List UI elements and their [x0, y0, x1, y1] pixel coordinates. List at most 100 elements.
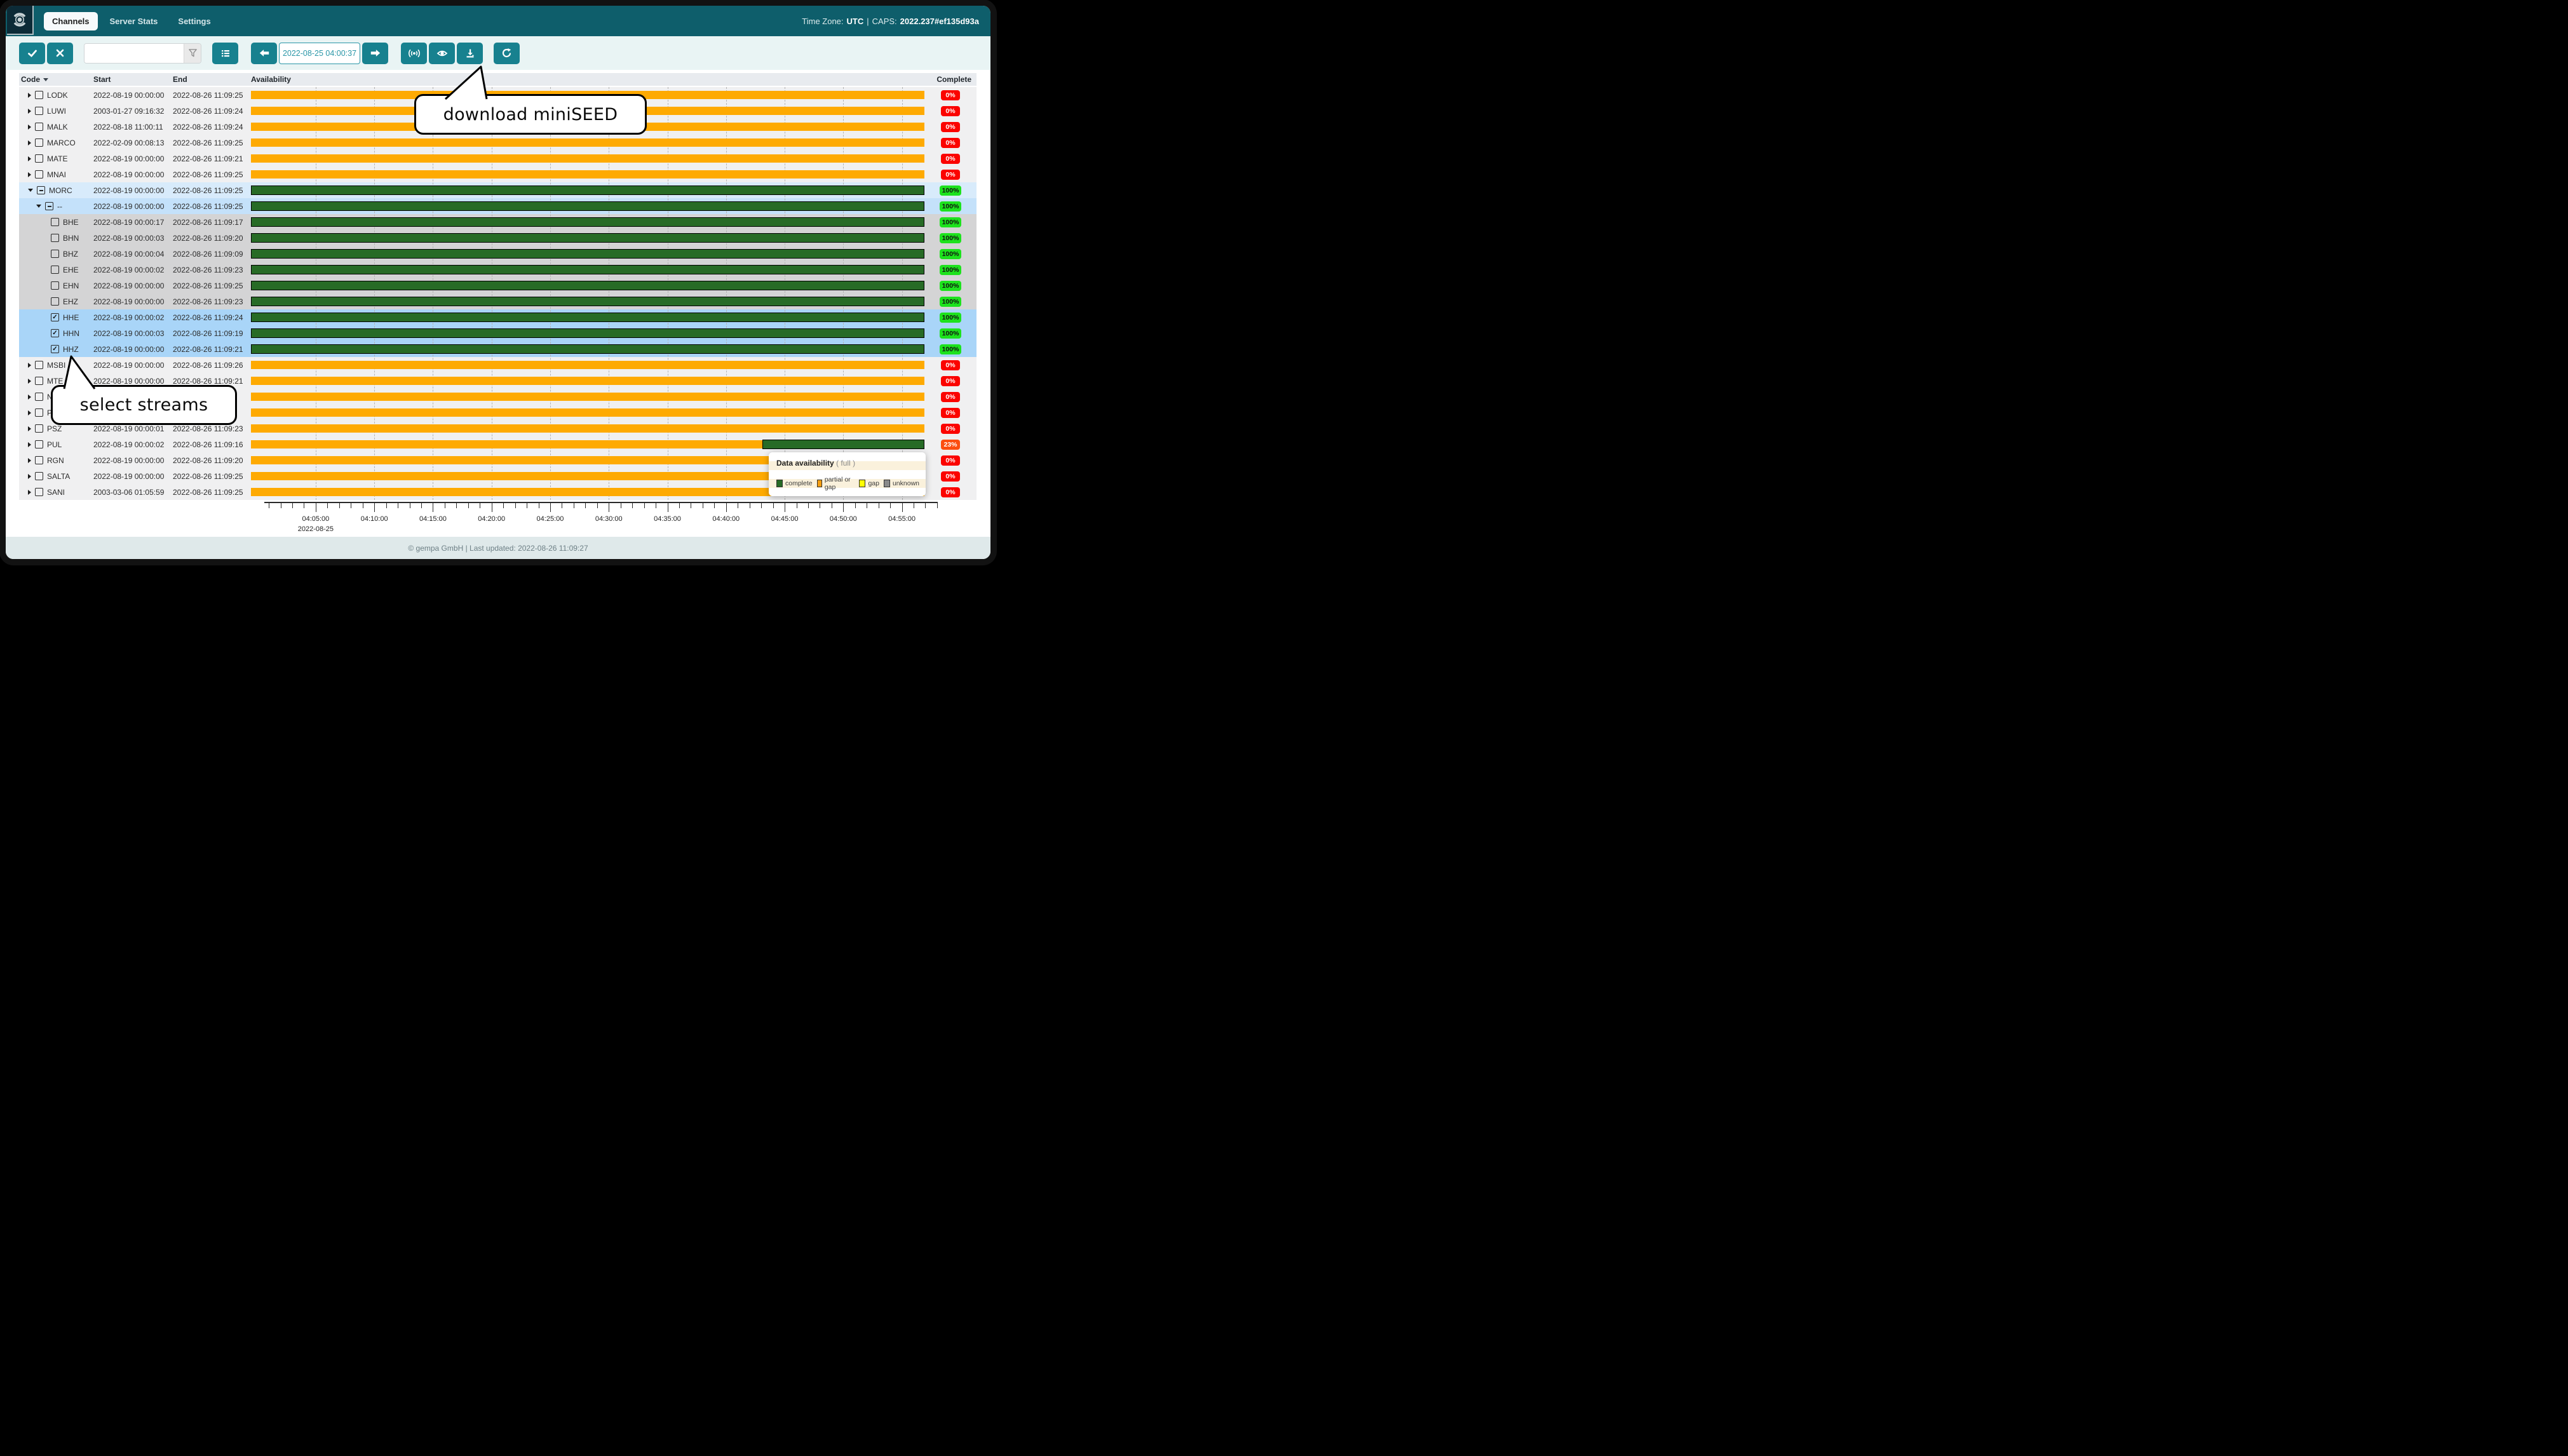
availability-bar[interactable]: [251, 135, 924, 151]
row-checkbox[interactable]: [35, 91, 43, 99]
table-row[interactable]: EHN2022-08-19 00:00:002022-08-26 11:09:2…: [19, 278, 977, 293]
table-row[interactable]: HHZ2022-08-19 00:00:002022-08-26 11:09:2…: [19, 341, 977, 357]
availability-bar[interactable]: [251, 421, 924, 436]
row-checkbox[interactable]: [51, 313, 59, 321]
availability-bar[interactable]: [251, 405, 924, 421]
download-button[interactable]: [457, 43, 483, 64]
row-checkbox[interactable]: [51, 345, 59, 353]
availability-bar[interactable]: [251, 278, 924, 293]
table-row[interactable]: BHE2022-08-19 00:00:172022-08-26 11:09:1…: [19, 214, 977, 230]
expander-chevron-right-icon[interactable]: [28, 442, 31, 447]
next-interval-button[interactable]: [362, 43, 388, 64]
table-row[interactable]: --2022-08-19 00:00:002022-08-26 11:09:25…: [19, 198, 977, 214]
filter-input[interactable]: [84, 44, 184, 63]
table-row[interactable]: MARCO2022-02-09 00:08:132022-08-26 11:09…: [19, 135, 977, 151]
tab-channels[interactable]: Channels: [44, 12, 98, 30]
channel-list-button[interactable]: [212, 43, 238, 64]
expander-chevron-right-icon[interactable]: [28, 125, 31, 130]
filter-apply-button[interactable]: [184, 44, 201, 63]
row-checkbox[interactable]: [35, 393, 43, 401]
row-checkbox[interactable]: [35, 488, 43, 496]
row-checkbox[interactable]: [51, 250, 59, 258]
row-checkbox[interactable]: [37, 186, 45, 194]
expander-chevron-right-icon[interactable]: [28, 410, 31, 415]
row-checkbox[interactable]: [35, 440, 43, 448]
deselect-all-button[interactable]: [47, 43, 73, 64]
table-row[interactable]: MSBI2022-08-19 00:00:002022-08-26 11:09:…: [19, 357, 977, 373]
table-row[interactable]: HHN2022-08-19 00:00:032022-08-26 11:09:1…: [19, 325, 977, 341]
view-button[interactable]: [429, 43, 455, 64]
availability-bar[interactable]: [251, 262, 924, 278]
availability-bar[interactable]: [251, 309, 924, 325]
row-checkbox[interactable]: [35, 472, 43, 480]
expander-chevron-right-icon[interactable]: [28, 379, 31, 384]
expander-chevron-right-icon[interactable]: [28, 109, 31, 114]
realtime-button[interactable]: [401, 43, 427, 64]
tab-settings[interactable]: Settings: [170, 12, 219, 30]
row-checkbox[interactable]: [35, 408, 43, 417]
row-checkbox[interactable]: [35, 361, 43, 369]
select-all-button[interactable]: [19, 43, 45, 64]
column-header-start[interactable]: Start: [93, 75, 173, 84]
refresh-button[interactable]: [494, 43, 520, 64]
availability-bar[interactable]: [251, 198, 924, 214]
expander-chevron-right-icon[interactable]: [28, 172, 31, 177]
row-checkbox[interactable]: [35, 424, 43, 433]
expander-chevron-right-icon[interactable]: [28, 93, 31, 98]
expander-chevron-right-icon[interactable]: [28, 140, 31, 145]
availability-bar[interactable]: [251, 166, 924, 182]
availability-bar[interactable]: [251, 230, 924, 246]
prev-interval-button[interactable]: [251, 43, 277, 64]
expander-chevron-right-icon[interactable]: [28, 363, 31, 368]
availability-bar[interactable]: [251, 357, 924, 373]
table-row[interactable]: MNAI2022-08-19 00:00:002022-08-26 11:09:…: [19, 166, 977, 182]
table-row[interactable]: EHZ2022-08-19 00:00:002022-08-26 11:09:2…: [19, 293, 977, 309]
table-row[interactable]: EHE2022-08-19 00:00:022022-08-26 11:09:2…: [19, 262, 977, 278]
table-row[interactable]: BHN2022-08-19 00:00:032022-08-26 11:09:2…: [19, 230, 977, 246]
row-checkbox[interactable]: [35, 154, 43, 163]
expander-chevron-down-icon[interactable]: [36, 205, 41, 208]
row-checkbox[interactable]: [45, 202, 53, 210]
availability-bar[interactable]: [251, 246, 924, 262]
expander-chevron-right-icon[interactable]: [28, 490, 31, 495]
expander-chevron-right-icon[interactable]: [28, 474, 31, 479]
table-row[interactable]: PUL2022-08-19 00:00:022022-08-26 11:09:1…: [19, 436, 977, 452]
availability-bar[interactable]: [251, 325, 924, 341]
row-checkbox[interactable]: [35, 456, 43, 464]
column-header-complete[interactable]: Complete: [924, 75, 977, 84]
tab-server-stats[interactable]: Server Stats: [102, 12, 166, 30]
column-header-code[interactable]: Code: [19, 75, 93, 84]
expander-chevron-right-icon[interactable]: [28, 458, 31, 463]
row-checkbox[interactable]: [51, 281, 59, 290]
row-checkbox[interactable]: [51, 218, 59, 226]
code-cell: HHZ: [19, 345, 93, 354]
availability-bar[interactable]: [251, 151, 924, 166]
availability-bar[interactable]: [251, 436, 924, 452]
availability-bar[interactable]: [251, 293, 924, 309]
row-checkbox[interactable]: [51, 297, 59, 306]
datetime-field[interactable]: 2022-08-25 04:00:37: [279, 43, 360, 64]
timezone-value: UTC: [847, 17, 864, 26]
availability-bar[interactable]: [251, 373, 924, 389]
row-checkbox[interactable]: [35, 138, 43, 147]
row-checkbox[interactable]: [35, 107, 43, 115]
row-checkbox[interactable]: [51, 234, 59, 242]
availability-bar[interactable]: [251, 341, 924, 357]
table-row[interactable]: HHE2022-08-19 00:00:022022-08-26 11:09:2…: [19, 309, 977, 325]
row-checkbox[interactable]: [51, 329, 59, 337]
availability-bar[interactable]: [251, 214, 924, 230]
expander-chevron-down-icon[interactable]: [28, 189, 33, 192]
table-row[interactable]: MATE2022-08-19 00:00:002022-08-26 11:09:…: [19, 151, 977, 166]
row-checkbox[interactable]: [51, 266, 59, 274]
row-checkbox[interactable]: [35, 123, 43, 131]
availability-bar[interactable]: [251, 389, 924, 405]
expander-chevron-right-icon[interactable]: [28, 426, 31, 431]
table-row[interactable]: BHZ2022-08-19 00:00:042022-08-26 11:09:0…: [19, 246, 977, 262]
expander-chevron-right-icon[interactable]: [28, 156, 31, 161]
row-checkbox[interactable]: [35, 170, 43, 179]
row-checkbox[interactable]: [35, 377, 43, 385]
table-row[interactable]: MORC2022-08-19 00:00:002022-08-26 11:09:…: [19, 182, 977, 198]
expander-chevron-right-icon[interactable]: [28, 394, 31, 400]
availability-bar[interactable]: [251, 182, 924, 198]
column-header-end[interactable]: End: [173, 75, 251, 84]
